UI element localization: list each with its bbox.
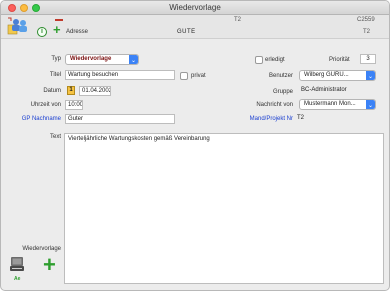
mand-projekt-link[interactable]: Mand/Projekt Nr (250, 116, 293, 122)
uhrzeit-label: Uhrzeit von (30, 102, 61, 108)
chevron-updown-icon: ⌃ ⌄ (366, 99, 375, 109)
erledigt-checkbox[interactable] (255, 56, 263, 64)
nachricht-value: Mustermann Mon... (304, 101, 356, 107)
prioritaet-label: Priorität (329, 57, 350, 63)
code-center: T2 (234, 17, 242, 23)
text-label: Text (49, 134, 61, 140)
typ-value: Wiedervorlage (70, 56, 112, 62)
text-area[interactable]: Vierteljährliche Wartungskosten gemäß Ve… (64, 133, 384, 284)
erledigt-label: erledigt (265, 57, 285, 63)
chevron-updown-icon: ⌃ ⌄ (129, 54, 138, 64)
adresse-label: Adresse (66, 29, 89, 35)
titel-field[interactable]: Wartung besuchen (65, 70, 175, 80)
benutzer-select[interactable]: Wilberg GURU... ⌃ ⌄ (299, 70, 376, 81)
privat-checkbox[interactable] (180, 72, 188, 80)
remove-icon[interactable] (55, 19, 63, 21)
code-top-right: C2559 (357, 17, 375, 23)
datum-field[interactable]: 01.04.2002 (79, 86, 111, 96)
typ-select[interactable]: Wiedervorlage ⌃ ⌄ (65, 54, 139, 65)
gp-nachname-field[interactable]: Guter (65, 114, 175, 124)
titel-label: Titel (49, 72, 61, 78)
toolbar: i + Adresse GUTE T2 C2559 T2 (1, 15, 389, 39)
window-title: Wiedervorlage (169, 3, 221, 12)
add-wiedervorlage-icon[interactable]: + (43, 254, 56, 276)
mand-projekt-value: T2 (297, 115, 305, 121)
nachricht-label: Nachricht von (256, 102, 293, 108)
gruppe-label: Gruppe (272, 89, 293, 95)
calendar-icon[interactable]: 1 (67, 86, 75, 95)
code-bottom-right: T2 (363, 29, 371, 35)
title-bar: Wiedervorlage (1, 1, 389, 15)
privat-label: privat (191, 73, 206, 79)
footer-tag: Ae (14, 276, 21, 282)
uhrzeit-field[interactable]: 10:00 (65, 100, 83, 110)
benutzer-value: Wilberg GURU... (304, 72, 349, 78)
scanner-icon[interactable] (10, 256, 24, 272)
nachricht-select[interactable]: Mustermann Mon... ⌃ ⌄ (299, 99, 376, 110)
add-icon[interactable]: + (53, 23, 61, 36)
window: Wiedervorlage i + Adresse GUTE T2 C2559 … (0, 0, 390, 291)
prioritaet-field[interactable]: 3 (360, 54, 376, 64)
address-name: GUTE (177, 29, 196, 35)
typ-label: Typ (51, 56, 61, 62)
datum-label: Datum (43, 88, 61, 94)
contacts-icon[interactable] (7, 16, 31, 36)
gruppe-value: BC-Administrator (301, 87, 347, 93)
chevron-updown-icon: ⌃ ⌄ (366, 70, 375, 80)
gp-nachname-link[interactable]: GP Nachname (22, 116, 61, 122)
info-icon[interactable]: i (37, 27, 47, 37)
benutzer-label: Benutzer (268, 73, 293, 79)
